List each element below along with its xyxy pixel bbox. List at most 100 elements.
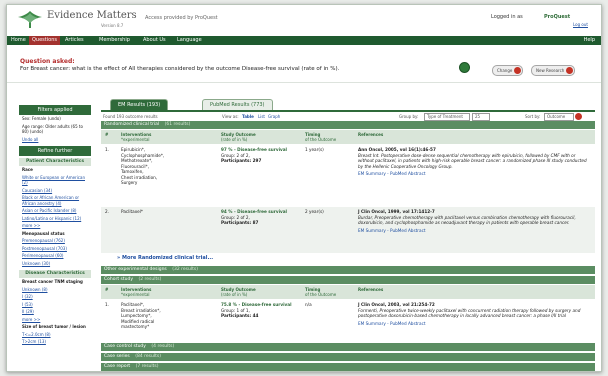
row-outcome: 94 % - Disease-free survival Group: 2 of… [221, 209, 287, 225]
menopausal-label: Menopausal status [22, 230, 65, 236]
group-by-select[interactable]: Type of Treatment [424, 113, 470, 121]
refine-heading: Refine further [19, 146, 91, 156]
col-references: References [358, 287, 384, 292]
page-size-select[interactable]: 25 [472, 113, 490, 121]
new-research-button[interactable]: New Research [531, 65, 576, 76]
section-other-experimental-header[interactable]: Other experimental designs (32 results) [101, 266, 595, 274]
sidebar: Filters applied Sex: Female (undo) Age r… [19, 105, 91, 371]
row-number: 1. [105, 147, 109, 152]
nav-language[interactable]: Language [177, 37, 202, 43]
sort-go-button[interactable] [575, 113, 582, 120]
section-case-report-label: Case report [104, 364, 131, 369]
section-cohort-count: (2 results) [138, 277, 162, 282]
menopausal-option[interactable]: Premenopausal (762) [19, 237, 91, 245]
info-icon[interactable] [459, 62, 470, 73]
section-rct-header[interactable]: Randomized clinical trial (61 results) [101, 121, 595, 129]
row-timing: n/a [305, 302, 312, 307]
nav-membership[interactable]: Membership [99, 37, 130, 43]
section-case-series-label: Case series [104, 354, 130, 359]
reference-links[interactable]: EM Summary - PubMed Abstract [358, 228, 590, 234]
menopausal-option[interactable]: Perimenopausal (60) [19, 252, 91, 260]
tnm-option[interactable]: II (29) [19, 308, 91, 316]
view-graph-link[interactable]: Graph [268, 112, 280, 121]
col-outcome-sub: (rate of in %) [221, 137, 248, 142]
reference-links[interactable]: EM Summary - PubMed Abstract [358, 321, 590, 327]
tumor-size-label: Size of breast tumor / lesion [22, 324, 86, 329]
tumor-size-option[interactable]: T>2cm (13) [19, 338, 91, 346]
race-label: Race [22, 167, 33, 172]
login-label: Logged in as [491, 14, 523, 20]
col-interventions-sub: *experimental [121, 137, 150, 142]
col-interventions-sub: *experimental [121, 292, 150, 297]
menopausal-option[interactable]: Postmenopausal (703) [19, 245, 91, 253]
tnm-option[interactable]: Unknown (8) [19, 286, 91, 294]
race-option[interactable]: Asian or Pacific Islander (8) [19, 207, 91, 215]
section-case-control-label: Case control study [104, 344, 146, 349]
group-by-label: Group by: [399, 114, 419, 119]
sort-by-label: Sort by: [525, 114, 541, 119]
rct-column-headers: # Interventions *experimental Study Outc… [101, 130, 595, 144]
race-option[interactable]: White or European or American (2) [19, 174, 91, 187]
section-case-control-header[interactable]: Case control study (4 results) [101, 343, 595, 351]
col-timing-sub: of the Outcome [305, 137, 337, 142]
section-case-report-header[interactable]: Case report (7 results) [101, 363, 595, 371]
row-interventions: Paclitaxel* [121, 209, 143, 214]
row-reference: J Clin Oncol, 2003, vol 21:254-72 Formen… [358, 302, 590, 326]
section-other-experimental-label: Other experimental designs [104, 267, 167, 272]
col-outcome-sub: (rate of in %) [221, 292, 248, 297]
header: Evidence Matters Version 8.7 Access prov… [7, 5, 601, 35]
results-toolbar: Found 193 outcome results View as: Table… [101, 110, 595, 121]
more-rct-link[interactable]: » More Randomized clinical trial... [117, 255, 213, 261]
section-case-report-count: (7 results) [135, 364, 159, 369]
results-count: Found 193 outcome results [103, 114, 158, 119]
question-label: Question asked: [20, 58, 75, 65]
row-timing: 1 year(s) [305, 147, 324, 152]
section-rct-count: (61 results) [164, 122, 191, 127]
tumor-size-option[interactable]: T<=2.0cm (8) [19, 331, 91, 339]
disease-characteristics-heading: Disease Characteristics [19, 270, 91, 278]
nav-questions[interactable]: Questions [29, 36, 60, 45]
row-timing: 2 year(s) [305, 209, 324, 214]
row-number: 2. [105, 209, 109, 214]
sort-by-select[interactable]: Outcome [544, 113, 574, 121]
nav-help[interactable]: Help [584, 37, 595, 43]
tnm-option[interactable]: I (53) [19, 301, 91, 309]
race-option[interactable]: Caucasian (34) [19, 187, 91, 195]
table-row: 2. Paclitaxel* 94 % - Disease-free survi… [101, 207, 595, 253]
undo-all-link[interactable]: Undo all [19, 136, 91, 144]
tnm-option[interactable]: I (32) [19, 293, 91, 301]
tnm-more-link[interactable]: more >> [19, 316, 91, 324]
race-more-link[interactable]: more >> [19, 222, 91, 230]
filters-applied-heading: Filters applied [19, 105, 91, 115]
login-user: ProQuest [544, 14, 571, 20]
change-button[interactable]: Change [492, 65, 524, 76]
row-outcome: 75.8 % - Disease-free survival Group: 1 … [221, 302, 292, 318]
logo-icon [18, 11, 42, 28]
tab-em-results[interactable]: EM Results (193) [110, 99, 169, 110]
app-title: Evidence Matters [47, 10, 137, 21]
section-cohort-header[interactable]: Cohort study (2 results) [101, 276, 595, 284]
logout-link[interactable]: Log out [573, 22, 588, 27]
tnm-label: Breast cancer TNM staging [22, 279, 83, 284]
row-reference: Ann Oncol, 2005, vol 16(1):46-57 Breast … [358, 147, 590, 177]
row-interventions: Epirubicin*, Cyclophosphamide*, Methotre… [121, 147, 165, 185]
section-case-series-header[interactable]: Case series (84 results) [101, 353, 595, 361]
nav-home[interactable]: Home [11, 37, 26, 43]
reference-links[interactable]: EM Summary - PubMed Abstract [358, 171, 590, 177]
section-case-series-count: (84 results) [135, 354, 161, 359]
race-option[interactable]: Black or African American or African anc… [19, 194, 91, 207]
col-references: References [358, 132, 384, 137]
filter-age[interactable]: Age range: Older adults (65 to 80) (undo… [19, 123, 91, 136]
menopausal-option[interactable]: Unknown (30) [19, 260, 91, 268]
nav-articles[interactable]: Articles [65, 37, 84, 43]
row-reference: J Clin Oncol, 1999, vol 17:1412-7 Burdar… [358, 209, 590, 233]
tab-pubmed-results[interactable]: PubMed Results (773) [202, 99, 273, 110]
filter-sex[interactable]: Sex: Female (undo) [19, 115, 91, 123]
view-table-link[interactable]: Table [242, 112, 254, 121]
nav-about-us[interactable]: About Us [143, 37, 166, 43]
view-list-link[interactable]: List [258, 112, 265, 121]
race-option[interactable]: Latino/Latina or Hispanic (12) [19, 215, 91, 223]
section-rct-label: Randomized clinical trial [104, 122, 160, 127]
view-as-label: View as: [222, 114, 239, 119]
table-row: 1. Epirubicin*, Cyclophosphamide*, Metho… [101, 145, 595, 207]
